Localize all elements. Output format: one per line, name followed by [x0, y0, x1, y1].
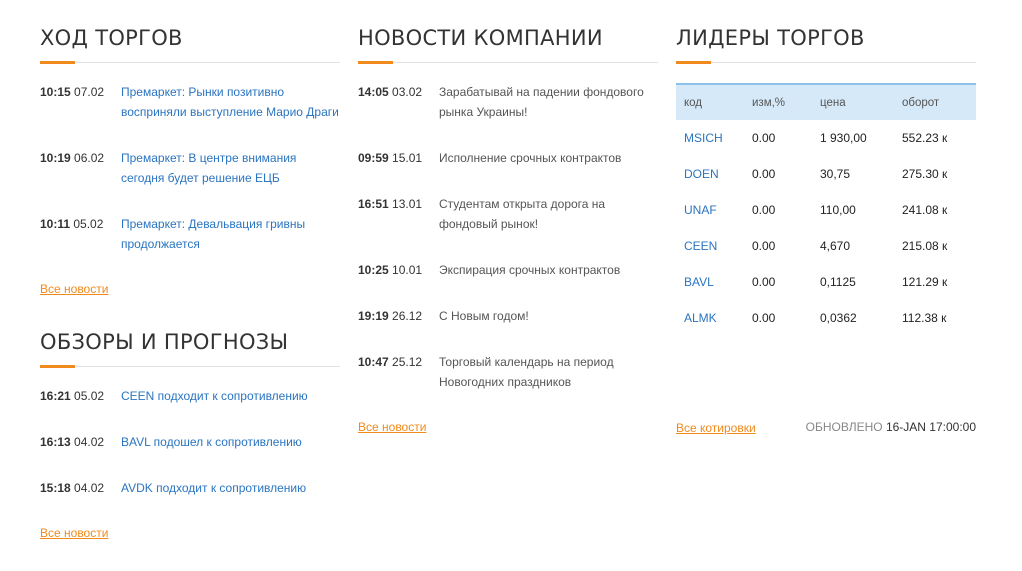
- news-link[interactable]: С Новым годом!: [439, 306, 658, 326]
- news-timestamp: 10:47 25.12: [358, 355, 423, 369]
- list-item: 10:47 25.12 Торговый календарь на период…: [358, 352, 658, 392]
- news-link[interactable]: Экспирация срочных контрактов: [439, 260, 658, 280]
- table-row: MSICH 0.00 1 930,00 552.23 к: [676, 120, 976, 156]
- price-cell: 1 930,00: [820, 131, 867, 145]
- table-header-row: код изм,% цена оборот: [676, 84, 976, 120]
- price-cell: 0,1125: [820, 275, 856, 289]
- news-link[interactable]: Торговый календарь на период Новогодних …: [439, 352, 658, 392]
- list-item: 10:11 05.02 Премаркет: Девальвация гривн…: [40, 214, 340, 254]
- change-cell: 0.00: [752, 311, 776, 325]
- company-all-news-link[interactable]: Все новости: [358, 420, 426, 434]
- news-link[interactable]: Студентам открыта дорога на фондовый рын…: [439, 194, 658, 234]
- price-cell: 30,75: [820, 167, 851, 181]
- trading-all-news-link[interactable]: Все новости: [40, 282, 108, 296]
- ticker-link[interactable]: BAVL: [676, 264, 752, 300]
- change-cell: 0.00: [752, 275, 776, 289]
- column-header-turnover[interactable]: оборот: [902, 84, 976, 120]
- ticker-link[interactable]: MSICH: [676, 120, 752, 156]
- list-item: 10:15 07.02 Премаркет: Рынки позитивно в…: [40, 82, 340, 122]
- news-link[interactable]: Премаркет: Девальвация гривны продолжает…: [121, 214, 340, 254]
- list-item: 15:18 04.02 AVDK подходит к сопротивлени…: [40, 478, 340, 498]
- trading-divider: [40, 61, 340, 64]
- updated-timestamp: 16-JAN 17:00:00: [885, 420, 976, 434]
- turnover-cell: 241.08 к: [902, 203, 948, 217]
- news-link[interactable]: Зарабатывай на падении фондового рынка У…: [439, 82, 658, 122]
- review-link[interactable]: CEEN подходит к сопротивлению: [121, 386, 340, 406]
- news-timestamp: 19:19 26.12: [358, 309, 423, 323]
- turnover-cell: 121.29 к: [902, 275, 948, 289]
- price-cell: 0,0362: [820, 311, 857, 325]
- trading-title: ХОД ТОРГОВ: [40, 26, 183, 50]
- leaders-title: ЛИДЕРЫ ТОРГОВ: [676, 26, 865, 50]
- ticker-link[interactable]: UNAF: [676, 192, 752, 228]
- ticker-link[interactable]: ALMK: [676, 300, 752, 336]
- news-timestamp: 10:15 07.02: [40, 85, 105, 99]
- table-row: BAVL 0.00 0,1125 121.29 к: [676, 264, 976, 300]
- ticker-link[interactable]: CEEN: [676, 228, 752, 264]
- table-row: UNAF 0.00 110,00 241.08 к: [676, 192, 976, 228]
- list-item: 16:13 04.02 BAVL подошел к сопротивлению: [40, 432, 340, 452]
- review-link[interactable]: BAVL подошел к сопротивлению: [121, 432, 340, 452]
- turnover-cell: 275.30 к: [902, 167, 948, 181]
- turnover-cell: 552.23 к: [902, 131, 948, 145]
- column-header-price[interactable]: цена: [820, 84, 902, 120]
- change-cell: 0.00: [752, 167, 776, 181]
- turnover-cell: 112.38 к: [902, 311, 947, 325]
- table-row: CEEN 0.00 4,670 215.08 к: [676, 228, 976, 264]
- news-link[interactable]: Премаркет: Рынки позитивно восприняли вы…: [121, 82, 340, 122]
- reviews-divider: [40, 365, 340, 368]
- price-cell: 4,670: [820, 239, 851, 253]
- news-timestamp: 10:11 05.02: [40, 217, 104, 231]
- table-row: DOEN 0.00 30,75 275.30 к: [676, 156, 976, 192]
- news-link[interactable]: Премаркет: В центре внимания сегодня буд…: [121, 148, 340, 188]
- all-quotes-link[interactable]: Все котировки: [676, 421, 756, 435]
- list-item: 09:59 15.01 Исполнение срочных контракто…: [358, 148, 658, 168]
- company-news-title: НОВОСТИ КОМПАНИИ: [358, 26, 603, 50]
- review-timestamp: 15:18 04.02: [40, 481, 105, 495]
- right-column: ЛИДЕРЫ ТОРГОВ код изм,% цена оборот MSIC…: [676, 0, 976, 571]
- reviews-title: ОБЗОРЫ И ПРОГНОЗЫ: [40, 330, 289, 354]
- review-timestamp: 16:21 05.02: [40, 389, 105, 403]
- news-timestamp: 16:51 13.01: [358, 197, 423, 211]
- table-row: ALMK 0.00 0,0362 112.38 к: [676, 300, 976, 336]
- list-item: 10:19 06.02 Премаркет: В центре внимания…: [40, 148, 340, 188]
- ticker-link[interactable]: DOEN: [676, 156, 752, 192]
- reviews-all-news-link[interactable]: Все новости: [40, 526, 108, 540]
- news-link[interactable]: Исполнение срочных контрактов: [439, 148, 658, 168]
- turnover-cell: 215.08 к: [902, 239, 948, 253]
- review-timestamp: 16:13 04.02: [40, 435, 105, 449]
- news-timestamp: 10:19 06.02: [40, 151, 105, 165]
- leaders-table: код изм,% цена оборот MSICH 0.00 1 930,0…: [676, 83, 976, 336]
- news-timestamp: 10:25 10.01: [358, 263, 423, 277]
- change-cell: 0.00: [752, 239, 776, 253]
- updated-label: ОБНОВЛЕНО: [805, 420, 883, 434]
- column-header-code[interactable]: код: [676, 84, 752, 120]
- list-item: 14:05 03.02 Зарабатывай на падении фондо…: [358, 82, 658, 122]
- price-cell: 110,00: [820, 203, 856, 217]
- leaders-divider: [676, 61, 976, 64]
- list-item: 16:21 05.02 CEEN подходит к сопротивлени…: [40, 386, 340, 406]
- review-link[interactable]: AVDK подходит к сопротивлению: [121, 478, 340, 498]
- list-item: 16:51 13.01 Студентам открыта дорога на …: [358, 194, 658, 234]
- change-cell: 0.00: [752, 203, 776, 217]
- list-item: 10:25 10.01 Экспирация срочных контракто…: [358, 260, 658, 280]
- updated-status: ОБНОВЛЕНО 16-JAN 17:00:00: [806, 420, 976, 434]
- news-timestamp: 09:59 15.01: [358, 151, 423, 165]
- news-timestamp: 14:05 03.02: [358, 85, 423, 99]
- change-cell: 0.00: [752, 131, 776, 145]
- column-header-change[interactable]: изм,%: [752, 84, 820, 120]
- company-news-divider: [358, 61, 658, 64]
- list-item: 19:19 26.12 С Новым годом!: [358, 306, 658, 326]
